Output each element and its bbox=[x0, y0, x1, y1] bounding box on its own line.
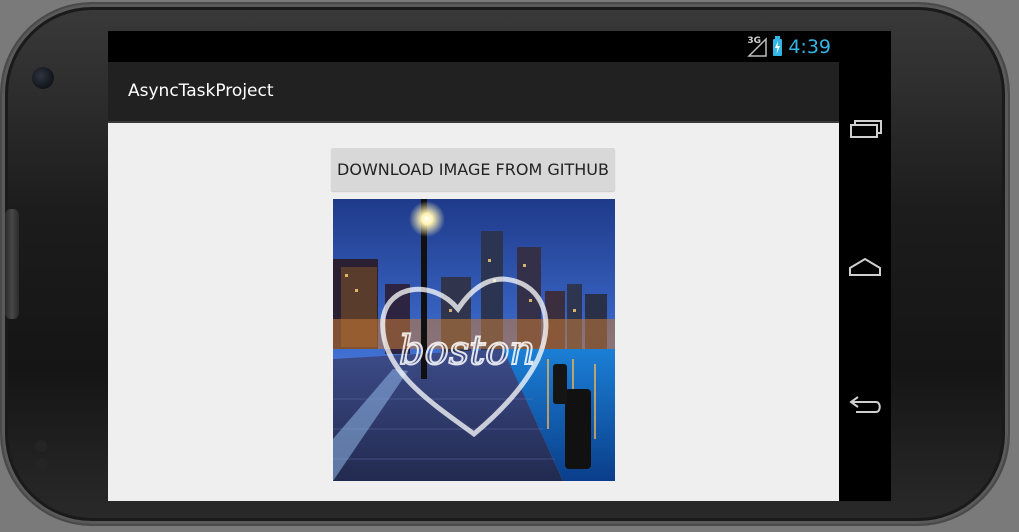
downloaded-image: boston bbox=[333, 199, 615, 481]
home-icon[interactable] bbox=[848, 251, 882, 281]
speaker-grille bbox=[35, 440, 49, 476]
volume-button bbox=[5, 209, 19, 319]
device-frame: 3G 4:39 AsyncTaskProject DOWNLOAD IMAGE … bbox=[2, 4, 1008, 524]
main-content: DOWNLOAD IMAGE FROM GITHUB boston bbox=[108, 123, 839, 501]
download-image-button[interactable]: DOWNLOAD IMAGE FROM GITHUB bbox=[331, 148, 615, 191]
action-bar: AsyncTaskProject bbox=[108, 62, 839, 123]
signal-icon: 3G bbox=[747, 36, 768, 57]
recent-apps-icon[interactable] bbox=[848, 115, 882, 145]
clock: 4:39 bbox=[788, 36, 831, 58]
front-camera bbox=[32, 67, 54, 89]
battery-icon bbox=[773, 35, 783, 56]
navigation-bar bbox=[839, 31, 891, 501]
image-overlay-text: boston bbox=[399, 328, 535, 374]
device-screen: 3G 4:39 AsyncTaskProject DOWNLOAD IMAGE … bbox=[108, 31, 891, 501]
app-title: AsyncTaskProject bbox=[128, 81, 274, 101]
back-icon[interactable] bbox=[848, 389, 882, 419]
status-bar: 3G 4:39 bbox=[108, 31, 839, 62]
